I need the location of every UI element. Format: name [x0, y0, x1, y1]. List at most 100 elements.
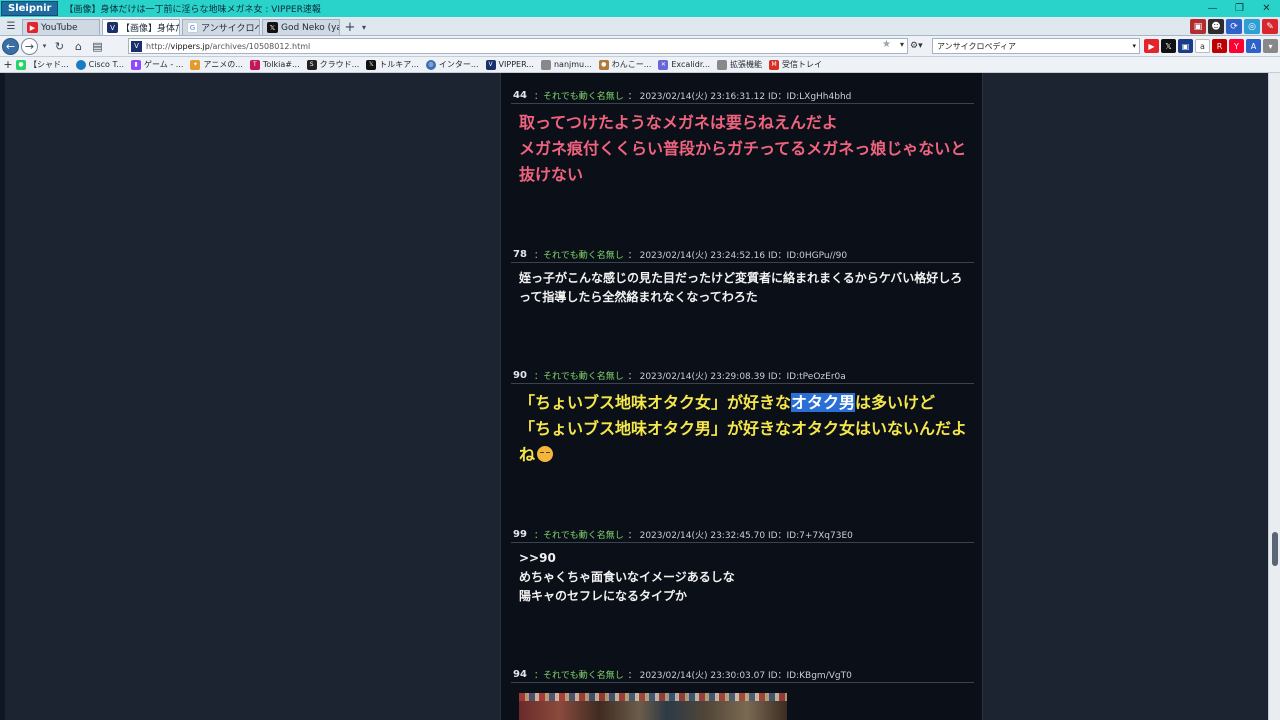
post-94: 94 ：それでも動く名無し ： 2023/02/14(火) 23:30:03.0…	[511, 669, 974, 683]
post-author: ：それでも動く名無し	[534, 251, 624, 261]
search-input[interactable]: アンサイクロペディア ▾	[932, 38, 1140, 54]
address-bar[interactable]: V http://vippers.jp/archives/10508012.ht…	[128, 38, 908, 54]
bookmark-item[interactable]: nanjmu...	[540, 59, 592, 70]
rakuten-icon[interactable]: R	[1212, 39, 1227, 53]
restore-button[interactable]: ❐	[1226, 0, 1253, 17]
address-dropdown-icon[interactable]: ▾	[900, 40, 904, 49]
site-favicon-icon: V	[131, 40, 142, 52]
post-number[interactable]: 99	[513, 529, 531, 540]
bookmark-item[interactable]: ✕ Excalidr...	[658, 59, 710, 70]
close-window-button[interactable]: ✕	[1253, 0, 1280, 17]
search-shortcuts: ▶ 𝕏 ▣ a R Y A ▾	[1142, 39, 1278, 53]
url-text[interactable]: http://vippers.jp/archives/10508012.html	[146, 42, 310, 51]
post-body: 姪っ子がこんな感じの見た目だったけど変質者に絡まれまくるからケバい格好しろって指…	[519, 271, 963, 304]
tab-menu-icon[interactable]: ☰	[0, 17, 22, 35]
tab-x[interactable]: 𝕏 God Neko (yaye...	[262, 19, 340, 35]
post-number[interactable]: 94	[513, 669, 531, 680]
bookmark-item[interactable]: ▮ ゲーム - ...	[131, 59, 183, 70]
cisco-icon	[75, 59, 86, 70]
bookmark-item[interactable]: ● わんこー...	[598, 59, 651, 70]
window-title: 【画像】身体だけは一丁前に淫らな地味メガネ女 : VIPPER速報	[64, 5, 321, 15]
reload-icon[interactable]: ↻	[51, 38, 68, 55]
vipper-icon: V	[107, 22, 118, 33]
tab-list-chevron-icon[interactable]: ▾	[358, 19, 370, 35]
dog-icon: ●	[598, 59, 609, 70]
post-number[interactable]: 44	[513, 90, 531, 101]
x-search-icon[interactable]: 𝕏	[1161, 39, 1176, 53]
vipper-icon: V	[485, 59, 496, 70]
tab-youtube[interactable]: ▶ YouTube	[22, 19, 100, 35]
tab-vipper[interactable]: V 【画像】身体だけ...	[102, 19, 180, 35]
tab-label: 【画像】身体だけ...	[121, 24, 179, 34]
post-body: >>90 めちゃくちゃ面食いなイメージあるしな 陽キャのセフレになるタイプか	[519, 551, 735, 603]
amazon-icon[interactable]: a	[1195, 39, 1210, 53]
page-viewport[interactable]: 44 ：それでも動く名無し ： 2023/02/14(火) 23:16:31.1…	[0, 73, 1268, 720]
bookmark-item[interactable]: T Tolkia#...	[249, 59, 300, 70]
tabbar-extensions: ▣ ☻ ⟳ ◎ ✎	[1188, 19, 1278, 34]
pen-icon[interactable]: ✎	[1262, 19, 1278, 34]
sec-icon: S	[306, 59, 317, 70]
page-icon	[717, 59, 728, 70]
user-icon[interactable]: ☻	[1208, 19, 1224, 34]
bookmark-item[interactable]: ✦ アニメの...	[190, 59, 243, 70]
post-body: 取ってつけたようなメガネは要らねえんだよ メガネ痕付くくらい普段からガチってるメ…	[519, 113, 967, 184]
bookmark-item[interactable]: Cisco T...	[75, 59, 124, 70]
whatsapp-icon: ●	[16, 59, 26, 70]
search-dropdown-icon[interactable]: ▾	[1132, 42, 1136, 50]
post-author: ：それでも動く名無し	[534, 92, 624, 102]
toolbox-icon[interactable]: ▣	[1190, 19, 1206, 34]
minimize-button[interactable]: —	[1199, 0, 1226, 17]
post-90: 90 ：それでも動く名無し ： 2023/02/14(火) 23:29:08.3…	[511, 370, 974, 468]
more-chevron-icon[interactable]: ▾	[1263, 39, 1278, 53]
post-image[interactable]	[519, 693, 787, 720]
clipboard-icon[interactable]: ▤	[89, 38, 106, 55]
bookmark-item[interactable]: 拡張機能	[717, 59, 762, 70]
bookmark-item[interactable]: M 受信トレイ	[769, 59, 822, 70]
back-icon[interactable]: ←	[2, 37, 19, 55]
yahoo-icon[interactable]: Y	[1229, 39, 1244, 53]
tab-bar: ☰ ▶ YouTube V 【画像】身体だけ... G アンサイクロペディ...…	[0, 17, 1280, 36]
twitch-icon: ▮	[131, 59, 142, 70]
post-meta: ： 2023/02/14(火) 23:16:31.12 ID：ID:LXgHh4…	[627, 92, 852, 102]
post-author: ：それでも動く名無し	[534, 671, 624, 681]
youtube-search-icon[interactable]: ▶	[1144, 39, 1159, 53]
text-selection: オタク男	[791, 393, 856, 412]
left-edge	[0, 73, 5, 720]
scrollbar-thumb[interactable]	[1272, 532, 1278, 566]
bookmark-star-icon[interactable]: ★	[882, 39, 891, 50]
app-logo[interactable]: Sleipnir	[1, 1, 59, 16]
history-chevron-icon[interactable]: ▾	[40, 38, 49, 55]
forward-icon[interactable]: →	[21, 37, 38, 55]
sync-icon[interactable]: ⟳	[1226, 19, 1242, 34]
youtube-icon: ▶	[27, 22, 38, 33]
add-bookmark-icon[interactable]: +	[0, 58, 16, 71]
compass-icon[interactable]: ◎	[1244, 19, 1260, 34]
tab-uncyclopedia[interactable]: G アンサイクロペディ...	[182, 19, 260, 35]
excalidraw-icon: ✕	[658, 59, 669, 70]
page-icon	[540, 59, 551, 70]
tab-label: YouTube	[41, 22, 78, 33]
post-header: 44 ：それでも動く名無し ： 2023/02/14(火) 23:16:31.1…	[511, 90, 974, 104]
bookmark-item[interactable]: ◎ インター...	[425, 59, 479, 70]
x-icon: 𝕏	[267, 22, 278, 33]
bookmark-item[interactable]: V VIPPER...	[485, 59, 534, 70]
post-header: 99 ：それでも動く名無し ： 2023/02/14(火) 23:32:45.7…	[511, 529, 974, 543]
post-number[interactable]: 78	[513, 249, 531, 260]
post-99: 99 ：それでも動く名無し ： 2023/02/14(火) 23:32:45.7…	[511, 529, 974, 606]
navigation-bar: ← → ▾ ↻ ⌂ ▤ V http://vippers.jp/archives…	[0, 36, 1280, 57]
vertical-scrollbar[interactable]	[1268, 73, 1280, 720]
x-icon: 𝕏	[366, 59, 377, 70]
home-icon[interactable]: ⌂	[70, 38, 87, 55]
new-tab-button[interactable]: +	[342, 19, 358, 35]
post-body: 「ちょいブス地味オタク女」が好きなオタク男は多いけど 「ちょいブス地味オタク男」…	[519, 393, 968, 464]
translate-icon[interactable]: A	[1246, 39, 1261, 53]
bookmark-item[interactable]: ● 【シャド...	[16, 59, 69, 70]
post-meta: ： 2023/02/14(火) 23:30:03.07 ID：ID:KBgm/V…	[627, 671, 852, 681]
post-number[interactable]: 90	[513, 370, 531, 381]
search-engine-icon[interactable]: ⚙▾	[910, 39, 930, 53]
bookmark-item[interactable]: 𝕏 トルキア...	[366, 59, 419, 70]
bookmark-item[interactable]: S クラウド...	[306, 59, 359, 70]
nico-search-icon[interactable]: ▣	[1178, 39, 1193, 53]
pensive-emoji-icon	[537, 446, 554, 462]
post-78: 78 ：それでも動く名無し ： 2023/02/14(火) 23:24:52.1…	[511, 249, 974, 307]
